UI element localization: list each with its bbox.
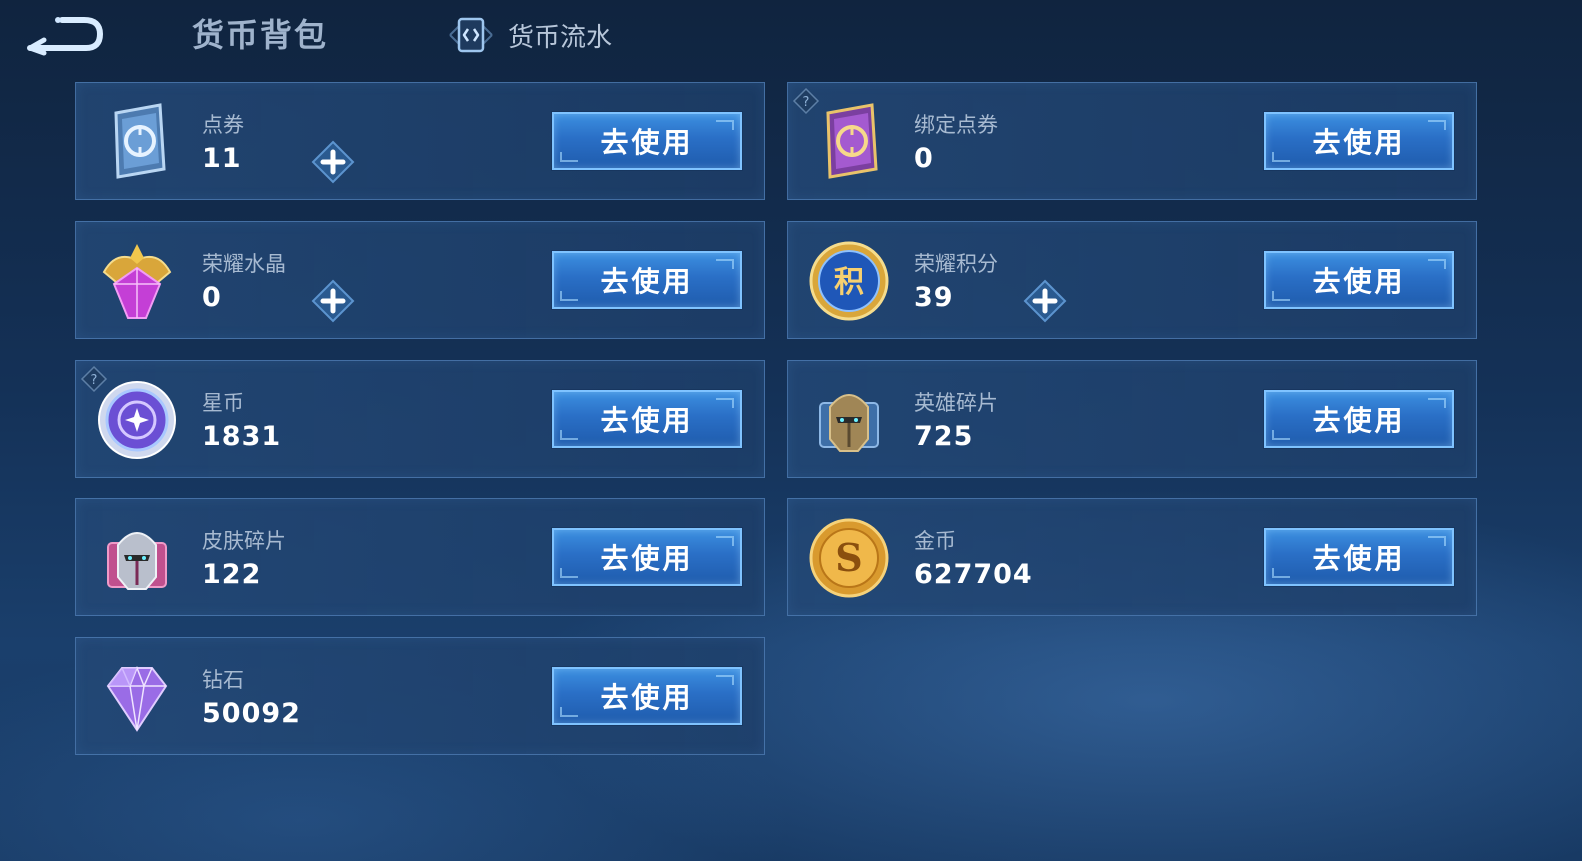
diamond-icon [106,665,168,732]
currency-flow-tab[interactable]: 货币流水 [446,12,612,58]
currency-amount: 50092 [202,698,301,729]
currency-amount: 1831 [202,421,282,452]
currency-card-star-coin: ? 星币 1831 去使用 [75,360,765,478]
currency-name: 皮肤碎片 [202,529,286,553]
currency-name: 荣耀积分 [914,252,998,276]
hero-fragment-icon [819,394,879,452]
currency-amount: 11 [202,143,242,174]
back-arrow-icon [27,17,104,56]
currency-name: 星币 [202,391,244,415]
currency-flow-label: 货币流水 [508,22,613,53]
currency-amount: 0 [202,282,222,313]
skin-fragment-icon [107,532,167,590]
glory-crystal-icon [102,244,172,319]
svg-text:积: 积 [834,265,864,300]
gold-coin-icon: S [809,518,889,598]
currency-card-coupon: 点券 11 去使用 [75,82,765,200]
star-coin-icon [98,381,176,459]
currency-name: 金币 [914,529,956,553]
currency-amount: 122 [202,559,262,590]
use-button-coupon[interactable]: 去使用 [552,112,742,170]
currency-amount: 39 [914,282,954,313]
ledger-icon [449,17,493,53]
currency-card-diamond: 钻石 50092 去使用 [75,637,765,755]
use-button-skin-fragment[interactable]: 去使用 [552,528,742,586]
currency-name: 英雄碎片 [914,391,998,415]
glory-points-icon: 积 [809,241,889,321]
add-glory-points-icon[interactable] [1023,279,1067,323]
add-glory-crystal-icon[interactable] [311,279,355,323]
currency-amount: 725 [914,421,974,452]
bound-coupon-icon [826,103,878,179]
currency-name: 点券 [202,113,244,137]
use-button-glory-crystal[interactable]: 去使用 [552,251,742,309]
currency-amount: 627704 [914,559,1033,590]
currency-card-skin-fragment: 皮肤碎片 122 去使用 [75,498,765,616]
use-button-star-coin[interactable]: 去使用 [552,390,742,448]
currency-card-glory-points: 积 荣耀积分 39 去使用 [787,221,1477,339]
add-coupon-icon[interactable] [311,140,355,184]
use-button-glory-points[interactable]: 去使用 [1264,251,1454,309]
svg-text:S: S [835,535,862,580]
currency-card-bound-coupon: ? 绑定点券 0 去使用 [787,82,1477,200]
currency-card-hero-fragment: 英雄碎片 725 去使用 [787,360,1477,478]
currency-name: 荣耀水晶 [202,252,286,276]
coupon-icon [114,103,166,179]
back-button[interactable] [22,12,106,56]
use-button-hero-fragment[interactable]: 去使用 [1264,390,1454,448]
currency-name: 绑定点券 [914,113,998,137]
use-button-diamond[interactable]: 去使用 [552,667,742,725]
use-button-gold-coin[interactable]: 去使用 [1264,528,1454,586]
currency-card-gold-coin: S 金币 627704 去使用 [787,498,1477,616]
currency-card-glory-crystal: 荣耀水晶 0 去使用 [75,221,765,339]
currency-amount: 0 [914,143,934,174]
currency-name: 钻石 [202,668,244,692]
use-button-bound-coupon[interactable]: 去使用 [1264,112,1454,170]
page-title: 货币背包 [192,16,329,54]
header: 货币背包 货币流水 [0,0,1582,75]
